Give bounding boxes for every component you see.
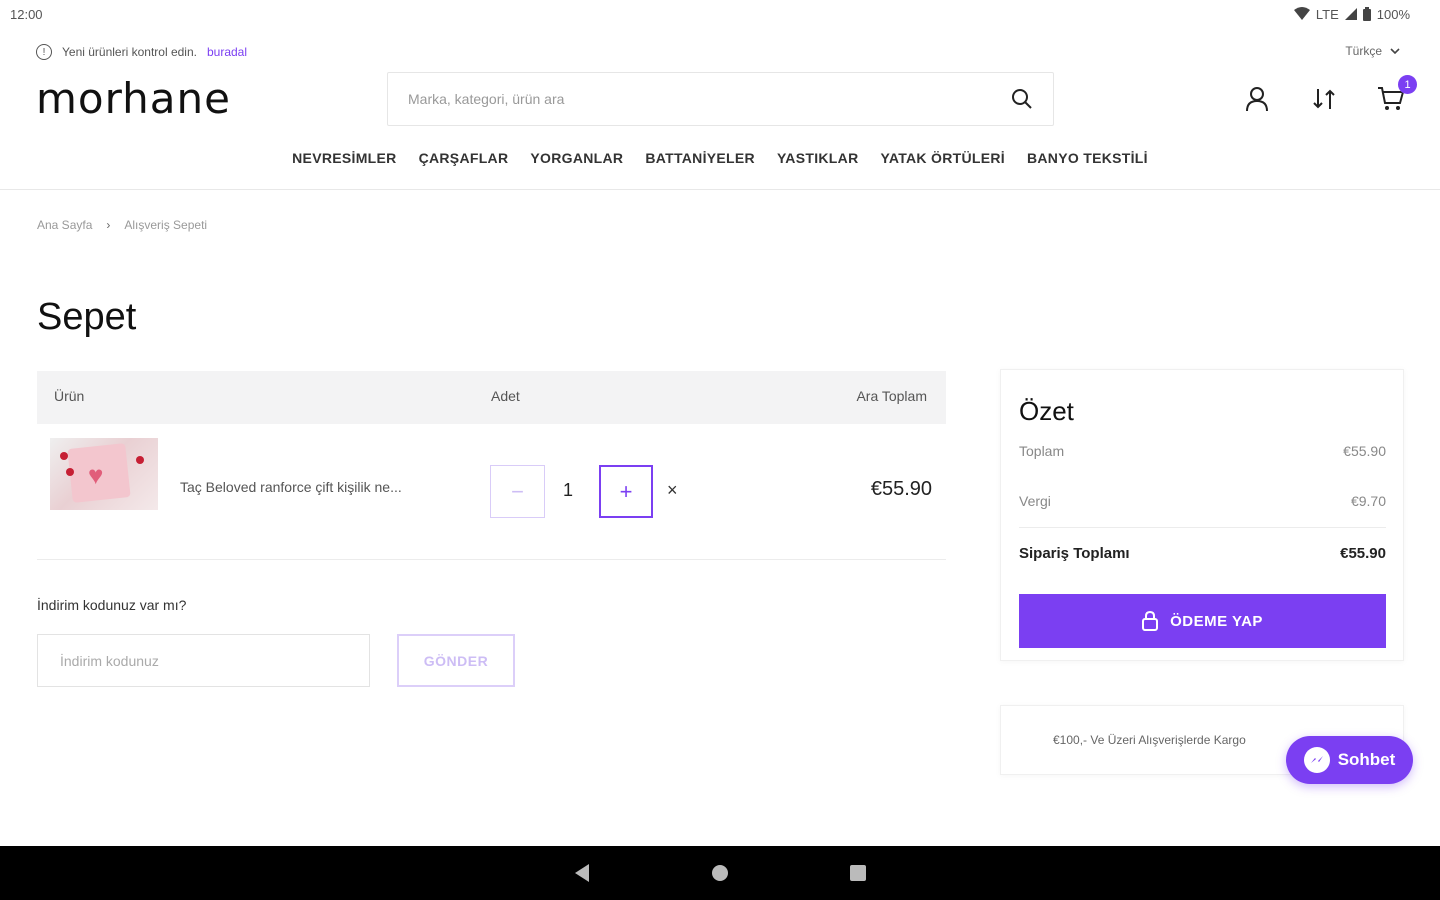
nav-item-yatak-ortuleri[interactable]: YATAK ÖRTÜLERİ	[880, 150, 1005, 166]
status-time: 12:00	[10, 6, 43, 22]
battery-icon	[1362, 7, 1371, 21]
cart-count-badge: 1	[1398, 75, 1417, 94]
status-icons: LTE 100%	[1293, 6, 1410, 22]
shipping-note-text: €100,- Ve Üzeri Alışverişlerde Kargo	[1053, 733, 1246, 747]
language-selector[interactable]: Türkçe	[1345, 44, 1400, 58]
summary-order-total-row: Sipariş Toplamı €55.90	[1019, 545, 1386, 562]
quantity-increase-button[interactable]: +	[599, 465, 653, 518]
cart-row: ♥ Taç Beloved ranforce çift kişilik ne..…	[37, 426, 946, 560]
product-image-rose	[136, 456, 144, 464]
cart-table-header: Ürün Adet Ara Toplam	[37, 371, 946, 424]
breadcrumb-home[interactable]: Ana Sayfa	[37, 218, 92, 232]
compare-icon	[1313, 89, 1335, 109]
quantity-decrease-button[interactable]: −	[490, 465, 545, 518]
checkout-button[interactable]: ÖDEME YAP	[1019, 594, 1386, 648]
nav-item-banyo-tekstili[interactable]: BANYO TEKSTİLİ	[1027, 150, 1148, 166]
item-subtotal: €55.90	[870, 478, 932, 500]
summary-tax-value: €9.70	[1350, 493, 1386, 509]
summary-title: Özet	[1019, 396, 1074, 426]
battery-label: 100%	[1376, 6, 1410, 22]
checkout-button-label: ÖDEME YAP	[1170, 612, 1263, 630]
summary-tax-label: Vergi	[1019, 493, 1051, 509]
summary-tax-row: Vergi €9.70	[1019, 493, 1386, 509]
lock-icon	[1142, 611, 1159, 631]
page-title: Sepet	[37, 296, 137, 338]
heart-icon: ♥	[88, 460, 104, 490]
quantity-value: 1	[563, 480, 574, 500]
col-header-subtotal: Ara Toplam	[856, 388, 927, 404]
breadcrumb-current: Alışveriş Sepeti	[124, 218, 208, 232]
chevron-down-icon	[1390, 48, 1400, 54]
header-divider	[0, 189, 1440, 190]
discount-code-input[interactable]	[37, 634, 370, 687]
discount-submit-button[interactable]: GÖNDER	[397, 634, 515, 687]
compare-button[interactable]	[1309, 84, 1339, 114]
nav-item-carsaflar[interactable]: ÇARŞAFLAR	[419, 150, 509, 166]
nav-item-yastiklar[interactable]: YASTIKLAR	[777, 150, 859, 166]
product-image-rose	[66, 468, 74, 476]
discount-label: İndirim kodunuz var mı?	[37, 597, 187, 613]
announcement-link[interactable]: buradal	[207, 45, 247, 59]
wifi-icon	[1293, 7, 1310, 20]
signal-icon	[1344, 8, 1357, 20]
nav-item-yorganlar[interactable]: YORGANLAR	[530, 150, 623, 166]
col-header-quantity: Adet	[491, 388, 520, 404]
announcement-bar: ! Yeni ürünleri kontrol edin. buradal	[36, 44, 247, 60]
product-name[interactable]: Taç Beloved ranforce çift kişilik ne...	[180, 479, 440, 495]
summary-divider	[1019, 527, 1386, 528]
main-navigation: NEVRESİMLER ÇARŞAFLAR YORGANLAR BATTANİY…	[0, 150, 1440, 166]
summary-total-row: Toplam €55.90	[1019, 443, 1386, 459]
chat-button[interactable]: Sohbet	[1286, 736, 1413, 784]
product-image[interactable]: ♥	[50, 438, 158, 510]
product-image-rose	[60, 452, 68, 460]
search-icon[interactable]	[1011, 88, 1033, 110]
account-button[interactable]	[1242, 84, 1272, 114]
network-label: LTE	[1315, 6, 1339, 22]
nav-item-battaniyeler[interactable]: BATTANİYELER	[645, 150, 755, 166]
remove-item-button[interactable]: ×	[667, 480, 678, 501]
back-icon[interactable]	[573, 863, 591, 883]
breadcrumb-separator: ›	[106, 218, 111, 232]
recents-icon[interactable]	[849, 864, 867, 882]
search-input[interactable]	[408, 91, 1011, 107]
order-summary: Özet Toplam €55.90 Vergi €9.70 Sipariş T…	[1000, 369, 1404, 661]
summary-order-total-label: Sipariş Toplamı	[1019, 545, 1130, 562]
breadcrumb: Ana Sayfa › Alışveriş Sepeti	[37, 218, 207, 232]
summary-total-label: Toplam	[1019, 443, 1065, 459]
summary-order-total-value: €55.90	[1340, 545, 1386, 562]
status-bar: 12:00 LTE 100%	[0, 0, 1440, 28]
info-icon: !	[36, 44, 52, 60]
messenger-icon	[1303, 747, 1330, 773]
chat-button-label: Sohbet	[1337, 750, 1396, 769]
user-icon	[1246, 87, 1268, 112]
language-label: Türkçe	[1345, 44, 1382, 58]
home-icon[interactable]	[711, 864, 729, 882]
brand-logo[interactable]: morhane	[36, 78, 231, 120]
nav-item-nevresimler[interactable]: NEVRESİMLER	[292, 150, 396, 166]
col-header-product: Ürün	[54, 388, 85, 404]
announcement-text: Yeni ürünleri kontrol edin.	[62, 45, 197, 59]
summary-total-value: €55.90	[1343, 443, 1386, 459]
search-bar	[387, 72, 1054, 126]
system-navigation-bar	[0, 846, 1440, 900]
